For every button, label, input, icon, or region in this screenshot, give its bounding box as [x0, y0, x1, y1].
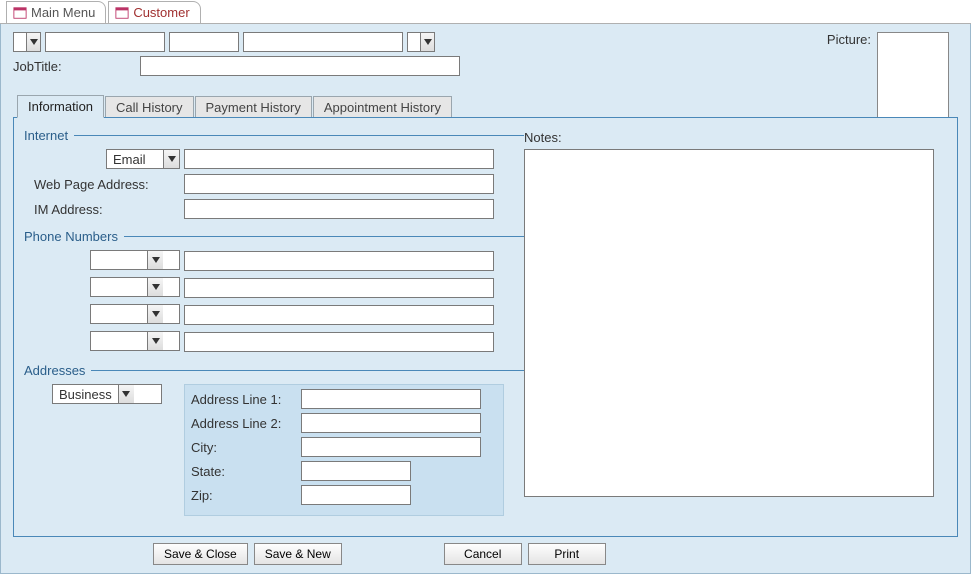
group-label: Internet — [24, 128, 68, 143]
address-line1-label: Address Line 1: — [191, 392, 301, 407]
cancel-button[interactable]: Cancel — [444, 543, 522, 565]
picture-box[interactable] — [877, 32, 949, 122]
tab-customer[interactable]: Customer — [108, 1, 200, 23]
divider — [91, 370, 524, 371]
divider — [124, 236, 524, 237]
address-panel: Address Line 1: Address Line 2: City: St… — [184, 384, 504, 516]
divider — [74, 135, 524, 136]
email-input[interactable] — [184, 149, 494, 169]
detail-tabstrip: Information Call History Payment History… — [17, 94, 958, 117]
suffix-combo[interactable] — [407, 32, 435, 52]
tab-appointment-history[interactable]: Appointment History — [313, 96, 452, 118]
zip-input[interactable] — [301, 485, 411, 505]
internet-group: Internet Email Web Page Address: — [24, 128, 524, 219]
tab-label: Main Menu — [31, 5, 95, 20]
notes-area: Notes: — [524, 130, 934, 500]
tab-information[interactable]: Information — [17, 95, 104, 118]
chevron-down-icon[interactable] — [163, 150, 179, 168]
chevron-down-icon[interactable] — [420, 33, 434, 51]
state-label: State: — [191, 464, 301, 479]
print-button[interactable]: Print — [528, 543, 606, 565]
tab-label: Customer — [133, 5, 189, 20]
city-label: City: — [191, 440, 301, 455]
im-input[interactable] — [184, 199, 494, 219]
jobtitle-input[interactable] — [140, 56, 460, 76]
address-line1-input[interactable] — [301, 389, 481, 409]
name-row — [13, 32, 958, 52]
address-line2-input[interactable] — [301, 413, 481, 433]
phone-type-combo[interactable] — [90, 331, 180, 351]
picture-block: Picture: — [827, 32, 949, 122]
addresses-group: Addresses Business Address Line 1: Addre… — [24, 363, 524, 516]
state-input[interactable] — [301, 461, 411, 481]
zip-label: Zip: — [191, 488, 301, 503]
group-label: Addresses — [24, 363, 85, 378]
jobtitle-row: JobTitle: — [13, 56, 958, 76]
tab-main-menu[interactable]: Main Menu — [6, 1, 106, 23]
phone-input[interactable] — [184, 305, 494, 325]
form-icon — [115, 6, 129, 20]
notes-textarea[interactable] — [524, 149, 934, 497]
phone-input[interactable] — [184, 251, 494, 271]
customer-form: JobTitle: Picture: Information Call Hist… — [0, 24, 971, 574]
webpage-label: Web Page Address: — [24, 177, 184, 192]
jobtitle-label: JobTitle: — [13, 59, 62, 74]
notes-label: Notes: — [524, 130, 934, 145]
tab-information-body: Internet Email Web Page Address: — [13, 117, 958, 537]
phone-type-combo[interactable] — [90, 304, 180, 324]
chevron-down-icon[interactable] — [118, 385, 134, 403]
webpage-input[interactable] — [184, 174, 494, 194]
city-input[interactable] — [301, 437, 481, 457]
phone-input[interactable] — [184, 332, 494, 352]
email-type-combo[interactable]: Email — [106, 149, 180, 169]
phone-input[interactable] — [184, 278, 494, 298]
save-close-button[interactable]: Save & Close — [153, 543, 248, 565]
first-name-input[interactable] — [45, 32, 165, 52]
middle-name-input[interactable] — [169, 32, 239, 52]
address-type-combo[interactable]: Business — [52, 384, 162, 404]
chevron-down-icon[interactable] — [147, 251, 163, 269]
im-label: IM Address: — [24, 202, 184, 217]
save-new-button[interactable]: Save & New — [254, 543, 342, 565]
button-bar: Save & Close Save & New Cancel Print — [153, 543, 958, 565]
group-label: Phone Numbers — [24, 229, 118, 244]
last-name-input[interactable] — [243, 32, 403, 52]
chevron-down-icon[interactable] — [147, 278, 163, 296]
document-tabstrip: Main Menu Customer — [0, 0, 971, 24]
phone-group: Phone Numbers — [24, 229, 524, 353]
form-icon — [13, 6, 27, 20]
chevron-down-icon[interactable] — [147, 305, 163, 323]
picture-label: Picture: — [827, 32, 871, 47]
chevron-down-icon[interactable] — [147, 332, 163, 350]
address-line2-label: Address Line 2: — [191, 416, 301, 431]
salutation-combo[interactable] — [13, 32, 41, 52]
tab-call-history[interactable]: Call History — [105, 96, 193, 118]
chevron-down-icon[interactable] — [26, 33, 40, 51]
phone-type-combo[interactable] — [90, 250, 180, 270]
tab-payment-history[interactable]: Payment History — [195, 96, 312, 118]
phone-type-combo[interactable] — [90, 277, 180, 297]
